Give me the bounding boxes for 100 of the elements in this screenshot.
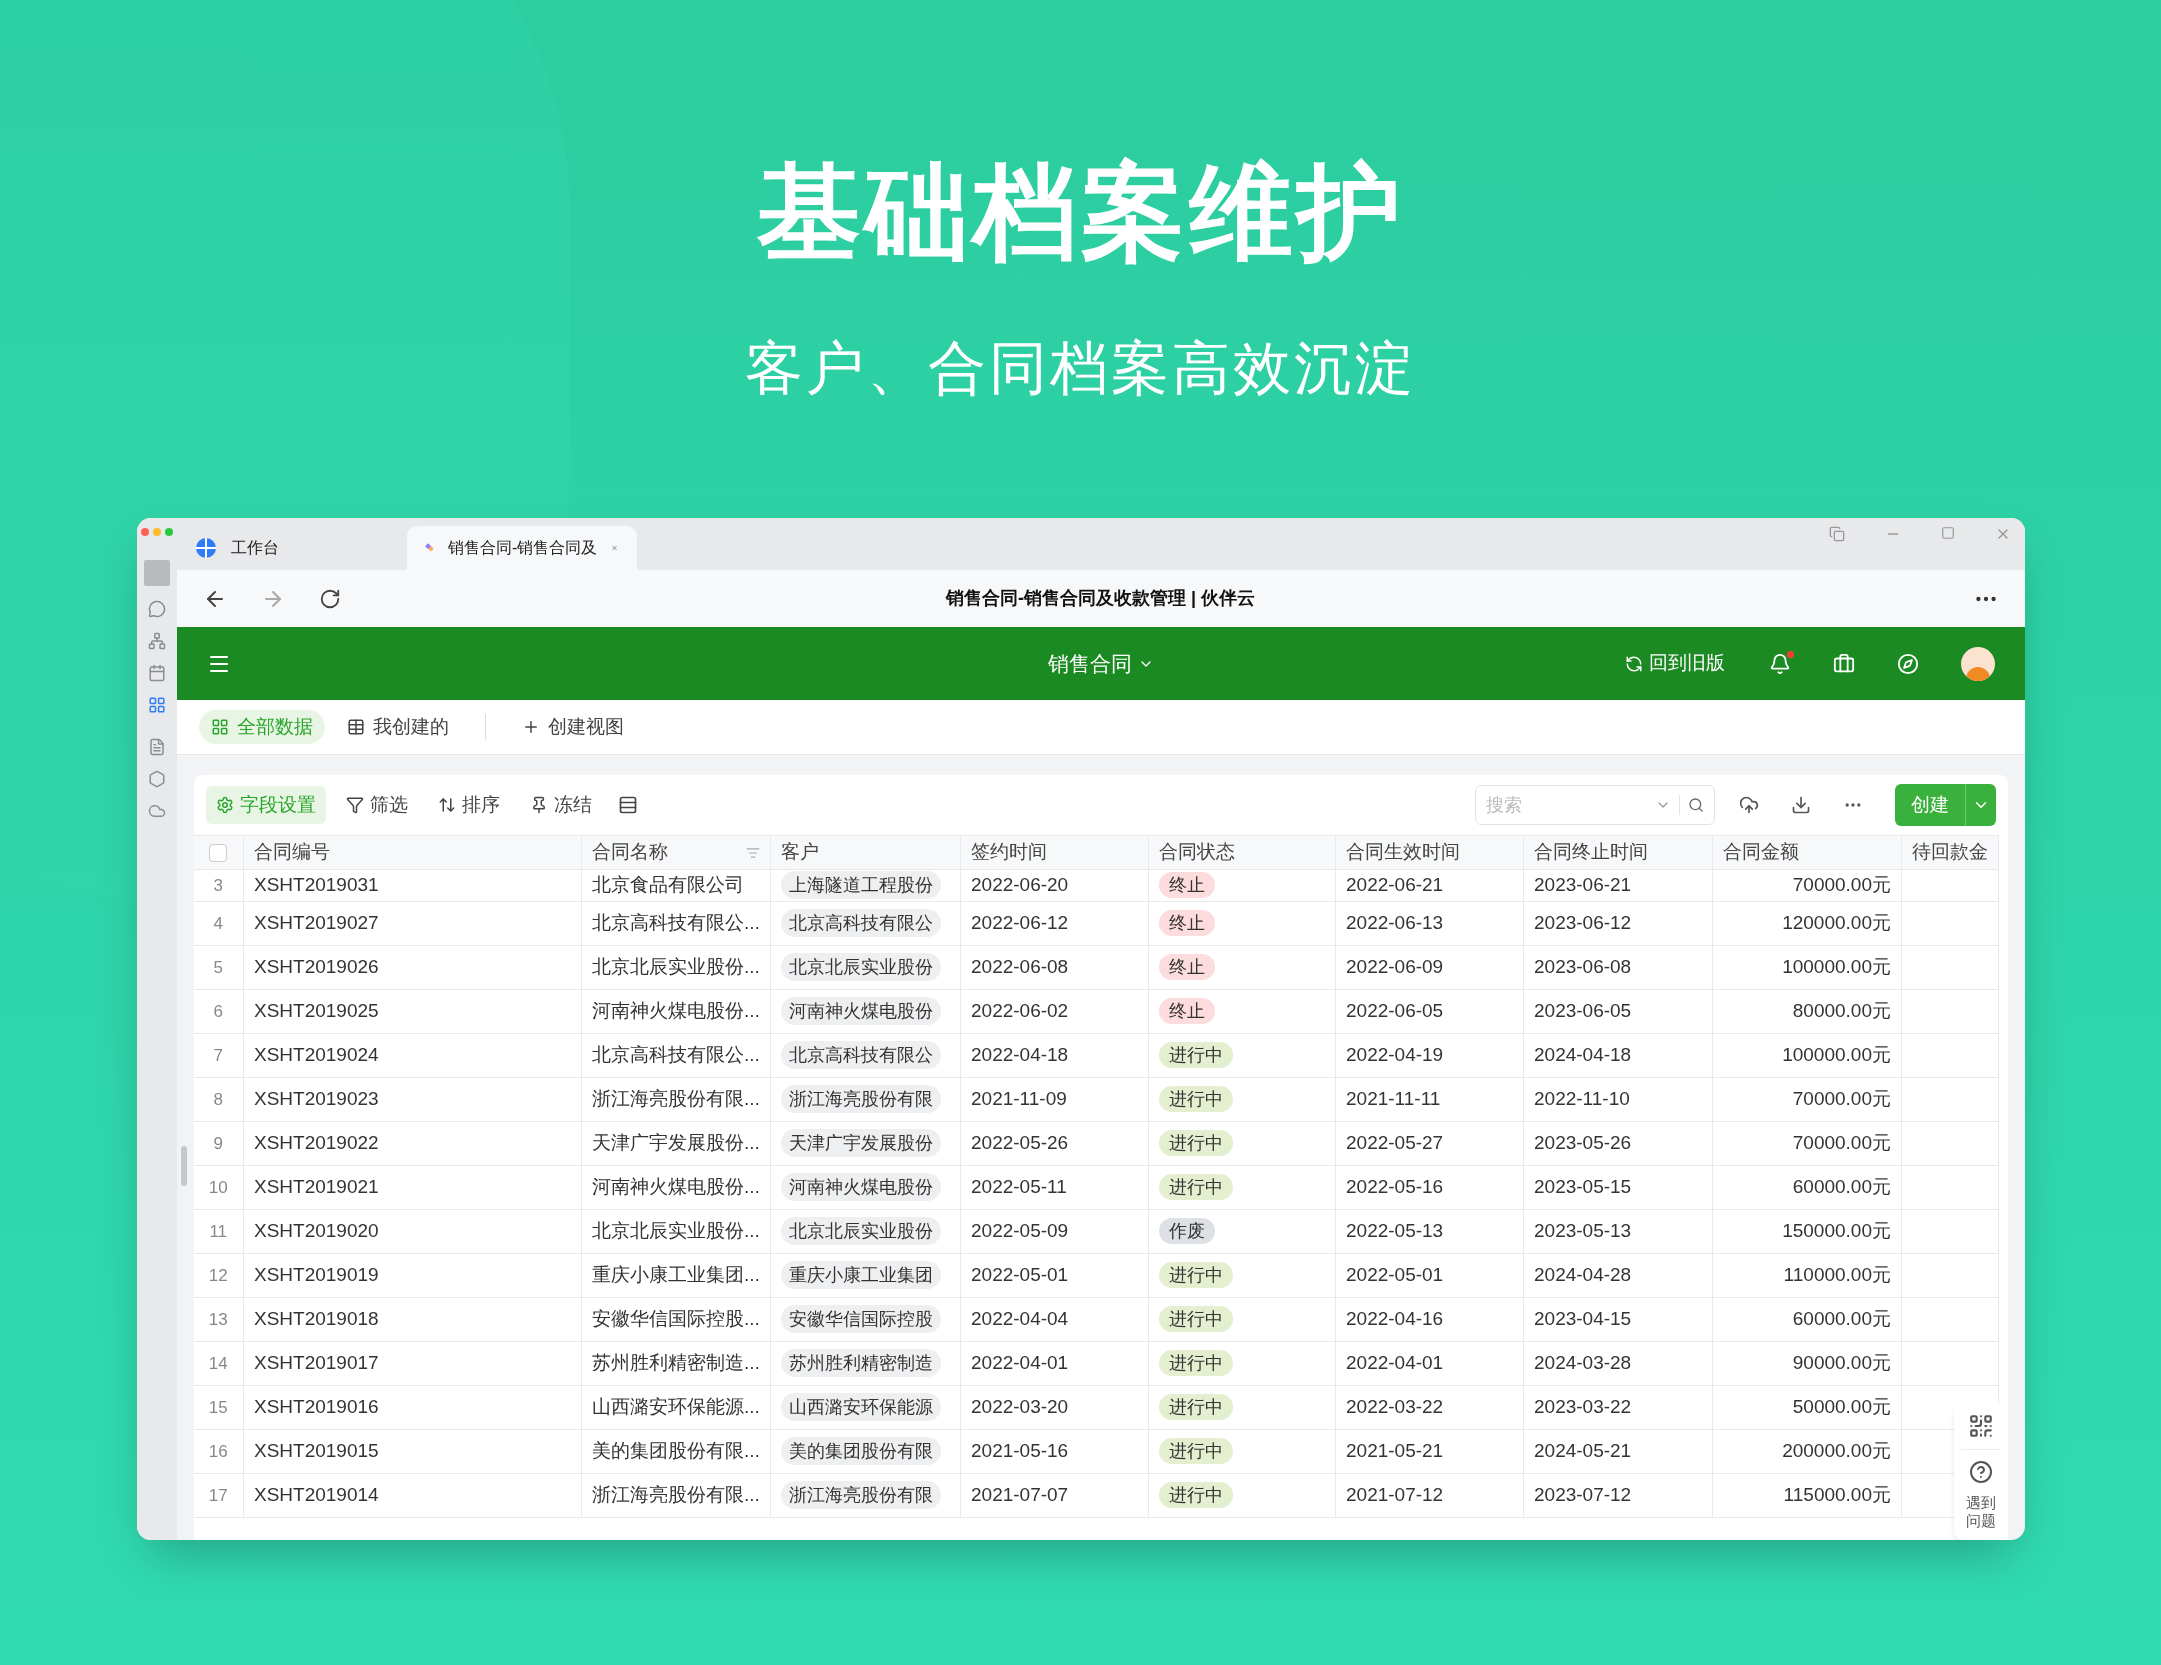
table-cell: 北京北辰实业股份... (592, 956, 760, 978)
table-cell: 2022-05-01 (1346, 1264, 1444, 1286)
table-cell: 110000.00元 (1783, 1264, 1891, 1286)
toolbar-button[interactable]: 筛选 (335, 786, 418, 824)
row-number: 11 (209, 1221, 228, 1241)
search-input[interactable]: 搜索 (1485, 791, 1647, 819)
toolbar-button[interactable]: 排序 (427, 786, 510, 824)
bell-icon[interactable] (1768, 652, 1791, 675)
table-cell: 2022-04-18 (971, 1044, 1069, 1066)
table-cell: 2021-07-07 (971, 1484, 1069, 1506)
table-cell: 2022-05-01 (971, 1264, 1069, 1286)
sort-icon (437, 796, 456, 814)
column-header[interactable]: 合同终止时间 (1534, 838, 1648, 867)
maximize-icon[interactable] (1940, 526, 1955, 540)
column-header[interactable]: 合同编号 (254, 838, 330, 867)
briefcase-icon[interactable] (1832, 652, 1855, 675)
column-header[interactable]: 客户 (781, 838, 819, 867)
scrollbar-thumb[interactable] (180, 1146, 187, 1186)
select-all-checkbox[interactable] (209, 843, 228, 862)
customer-tag: 上海隧道工程股份 (781, 871, 941, 900)
column-menu-icon[interactable] (746, 845, 760, 860)
row-number: 15 (208, 1397, 228, 1417)
table-cell: 2022-04-01 (971, 1352, 1069, 1374)
help-icon[interactable] (1968, 1460, 1993, 1484)
customer-tag: 苏州胜利精密制造 (781, 1349, 941, 1378)
customer-tag: 北京北辰实业股份 (781, 953, 941, 982)
chat-icon[interactable] (147, 600, 166, 618)
row-number: 14 (208, 1353, 228, 1373)
table-cell: 2022-06-20 (971, 874, 1069, 896)
table-cell: XSHT2019024 (254, 1044, 379, 1066)
row-height-icon[interactable] (617, 795, 638, 815)
column-header[interactable]: 合同状态 (1159, 838, 1235, 867)
download-icon[interactable] (1790, 795, 1811, 815)
org-chart-icon[interactable] (147, 632, 166, 650)
table-cell: XSHT2019015 (254, 1440, 379, 1462)
row-number: 13 (208, 1309, 228, 1329)
customer-tag: 重庆小康工业集团 (781, 1261, 941, 1290)
row-number: 9 (213, 1133, 223, 1153)
view-tab[interactable]: 我创建的 (334, 710, 461, 744)
view-tab[interactable]: 创建视图 (509, 710, 636, 744)
compass-icon[interactable] (1896, 652, 1919, 675)
table-cell: 苏州胜利精密制造... (592, 1352, 760, 1374)
row-number: 4 (213, 913, 223, 933)
column-header[interactable]: 合同名称 (592, 838, 668, 867)
row-number: 8 (213, 1089, 223, 1109)
table-cell: 2022-04-01 (1346, 1352, 1444, 1374)
table-cell: 河南神火煤电股份... (592, 1176, 760, 1198)
table-cell: 2022-05-27 (1346, 1132, 1444, 1154)
cloud-icon[interactable] (147, 802, 166, 820)
column-header[interactable]: 待回款金 (1912, 838, 1988, 867)
toolbar-button[interactable]: 冻结 (519, 786, 602, 824)
table-cell: 2022-06-12 (971, 912, 1069, 934)
table-cell: 河南神火煤电股份... (592, 1000, 760, 1022)
help-label[interactable]: 遇到问题 (1965, 1494, 1996, 1530)
table-cell: 2022-06-13 (1346, 912, 1444, 934)
status-tag: 作废 (1159, 1218, 1215, 1245)
table-cell: 2022-04-16 (1346, 1308, 1444, 1330)
browser-tab[interactable]: 销售合同-销售合同及 (406, 526, 637, 570)
table-cell: 100000.00元 (1782, 1044, 1891, 1066)
table-cell: XSHT2019016 (254, 1396, 379, 1418)
globe-icon (194, 537, 217, 559)
column-header[interactable]: 签约时间 (971, 838, 1047, 867)
row-number: 5 (213, 957, 223, 977)
browser-tab[interactable]: 工作台 (176, 526, 407, 570)
customer-tag: 北京北辰实业股份 (781, 1217, 941, 1246)
table-cell: 北京高科技有限公... (592, 1044, 760, 1066)
table-cell: 120000.00元 (1782, 912, 1891, 934)
table-cell: 2022-04-19 (1346, 1044, 1444, 1066)
table-cell: 200000.00元 (1782, 1440, 1891, 1462)
table-cell: 浙江海亮股份有限... (592, 1088, 760, 1110)
column-header[interactable]: 合同金额 (1723, 838, 1799, 867)
table-cell: 北京北辰实业股份... (592, 1220, 760, 1242)
old-version-button[interactable]: 回到旧版 (1624, 649, 1725, 678)
table-cell: XSHT2019020 (254, 1220, 379, 1242)
popout-icon[interactable] (1828, 526, 1845, 542)
search-field[interactable]: 搜索 (1474, 785, 1715, 825)
status-tag: 进行中 (1159, 1174, 1233, 1201)
column-header[interactable]: 合同生效时间 (1346, 838, 1460, 867)
grid-icon[interactable] (147, 696, 166, 714)
app-tile-icon[interactable] (143, 560, 170, 586)
table-cell: 2023-05-13 (1534, 1220, 1632, 1242)
window-controls-icon (140, 528, 173, 536)
table-cell: XSHT2019019 (254, 1264, 379, 1286)
table-cell: 2022-05-16 (1346, 1176, 1444, 1198)
upload-icon[interactable] (1738, 795, 1759, 815)
hexagon-icon[interactable] (147, 770, 166, 788)
table-cell: XSHT2019023 (254, 1088, 379, 1110)
table-cell: 2023-04-15 (1534, 1308, 1632, 1330)
qr-code-icon[interactable] (1967, 1413, 1994, 1439)
table-cell: 山西潞安环保能源... (592, 1396, 760, 1418)
document-icon[interactable] (147, 738, 166, 756)
table-cell: 70000.00元 (1792, 874, 1891, 896)
status-tag: 进行中 (1159, 1130, 1233, 1157)
app-title-dropdown[interactable]: 销售合同 (1047, 647, 1154, 680)
row-number: 17 (208, 1485, 228, 1505)
row-number: 16 (208, 1441, 228, 1461)
calendar-icon[interactable] (147, 664, 166, 682)
table-cell: 美的集团股份有限... (592, 1440, 760, 1462)
reload-icon[interactable] (318, 587, 341, 610)
avatar[interactable] (1960, 646, 1995, 681)
